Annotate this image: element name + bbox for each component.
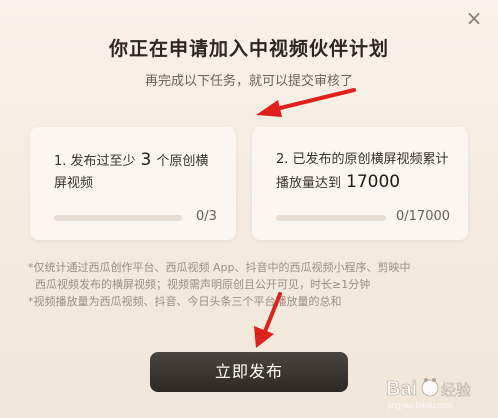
close-icon[interactable]: × bbox=[464, 8, 484, 28]
task-card-1: 1. 发布过至少 3 个原创横屏视频 0/3 bbox=[30, 127, 236, 240]
note-line-3: *视频播放量为西瓜视频、抖音、今日头条三个平台播放量的总和 bbox=[28, 295, 342, 308]
watermark-brand: Bai bbox=[386, 378, 417, 400]
task-2-progress-bar bbox=[276, 215, 386, 221]
task-1-number: 3 bbox=[140, 150, 152, 170]
publish-now-button[interactable]: 立即发布 bbox=[150, 352, 348, 392]
watermark-brand-suffix: 经验 bbox=[441, 381, 471, 399]
task-1-progress-bar bbox=[54, 215, 182, 221]
task-1-prefix: 1. 发布过至少 bbox=[54, 154, 136, 169]
note-line-2: 西瓜视频发布的横屏视频；视频需声明原创且公开可见，时长≥1分钟 bbox=[28, 278, 371, 291]
notes: *仅统计通过西瓜创作平台、西瓜视频 App、抖音中的西瓜视频小程序、剪映中 西瓜… bbox=[28, 259, 468, 310]
note-line-1: *仅统计通过西瓜创作平台、西瓜视频 App、抖音中的西瓜视频小程序、剪映中 bbox=[28, 261, 411, 274]
apply-dialog: × 你正在申请加入中视频伙伴计划 再完成以下任务，就可以提交审核了 1. 发布过… bbox=[0, 0, 498, 418]
task-1-description: 1. 发布过至少 3 个原创横屏视频 bbox=[54, 149, 220, 195]
baidu-paw-logo-icon: Bai 经验 jingyan.baidu.com bbox=[386, 378, 472, 410]
watermark-url: jingyan.baidu.com bbox=[387, 401, 453, 410]
dialog-title: 你正在申请加入中视频伙伴计划 bbox=[108, 38, 389, 60]
task-2-description: 2. 已发布的原创横屏视频累计播放量达到 17000 bbox=[276, 149, 452, 195]
baidu-jingyan-watermark: Bai 经验 jingyan.baidu.com bbox=[386, 370, 490, 410]
annotation-arrow-top-icon bbox=[256, 88, 356, 117]
task-2-progress-count: 0/17000 bbox=[396, 209, 451, 224]
dialog-subtitle: 再完成以下任务，就可以提交审核了 bbox=[144, 74, 353, 89]
task-card-2: 2. 已发布的原创横屏视频累计播放量达到 17000 0/17000 bbox=[252, 127, 468, 240]
task-2-number: 17000 bbox=[346, 172, 401, 192]
task-1-progress-count: 0/3 bbox=[196, 209, 217, 224]
